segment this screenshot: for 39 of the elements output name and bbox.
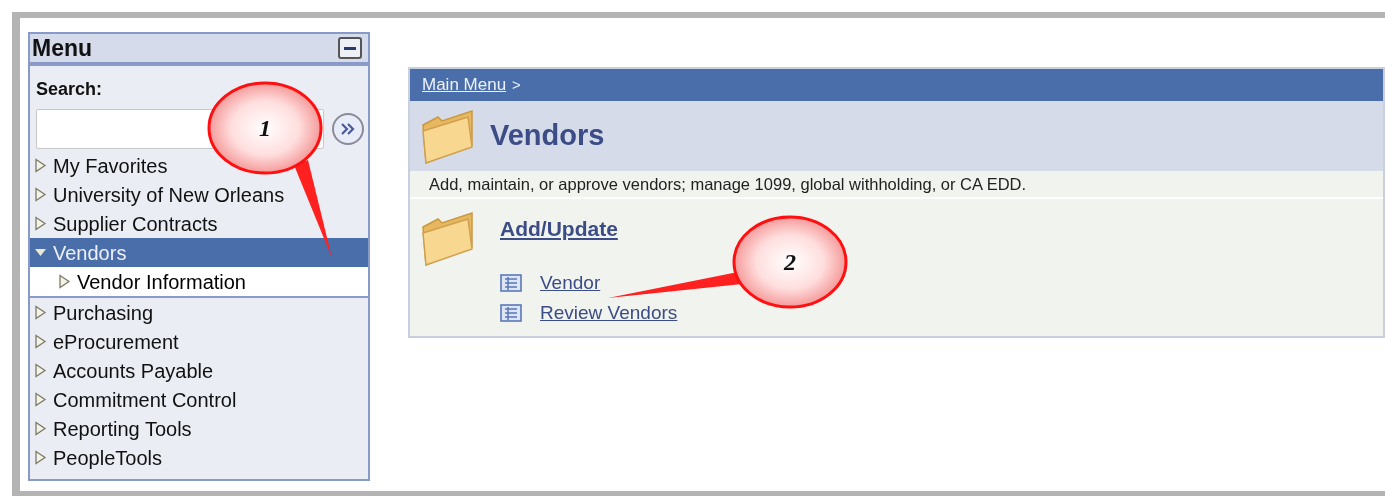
callout-number: 2	[784, 249, 796, 275]
collapsed-triangle-icon	[34, 450, 47, 465]
collapsed-triangle-icon	[34, 187, 47, 202]
breadcrumb-link[interactable]: Main Menu	[422, 72, 507, 98]
page-link[interactable]: Vendor	[540, 268, 601, 297]
search-label: Search:	[36, 78, 104, 101]
collapse-button[interactable]	[338, 37, 362, 59]
folder-icon	[420, 209, 476, 267]
menu-item[interactable]: PeopleTools	[30, 443, 368, 472]
page-link[interactable]: Review Vendors	[540, 299, 678, 328]
menu-item[interactable]: Reporting Tools	[30, 414, 368, 443]
callout-number: 1	[259, 115, 271, 141]
menu-item[interactable]: My Favorites	[30, 151, 368, 180]
collapsed-triangle-icon	[34, 363, 47, 378]
go-button[interactable]	[332, 113, 364, 145]
menu-item[interactable]: Accounts Payable	[30, 356, 368, 385]
collapsed-triangle-icon	[34, 334, 47, 349]
menu-item[interactable]: eProcurement	[30, 327, 368, 356]
menu-item[interactable]: University of New Orleans	[30, 180, 368, 209]
collapsed-triangle-icon	[34, 216, 47, 231]
list-icon	[500, 273, 522, 292]
collapsed-triangle-icon	[34, 421, 47, 436]
section-link[interactable]: Add/Update	[500, 213, 678, 245]
collapsed-triangle-icon	[34, 305, 47, 320]
double-chevron-icon	[340, 122, 356, 136]
breadcrumb-separator: >	[512, 74, 521, 95]
menu-item[interactable]: Purchasing	[30, 298, 368, 327]
page-title: Vendors	[490, 118, 605, 154]
page-description: Add, maintain, or approve vendors; manage 1099, global withholding, or CA EDD.	[429, 173, 1027, 195]
collapsed-triangle-icon	[34, 158, 47, 173]
menu-item[interactable]: Vendors	[30, 238, 368, 267]
collapsed-triangle-icon	[34, 392, 47, 407]
menu-item[interactable]: Vendor Information	[30, 267, 368, 296]
menu-item[interactable]: Supplier Contracts	[30, 209, 368, 238]
folder-icon	[420, 107, 476, 165]
list-icon	[500, 304, 522, 323]
menu-title: Menu	[32, 33, 93, 63]
menu-item[interactable]: Commitment Control	[30, 385, 368, 414]
collapsed-triangle-icon	[58, 274, 71, 289]
